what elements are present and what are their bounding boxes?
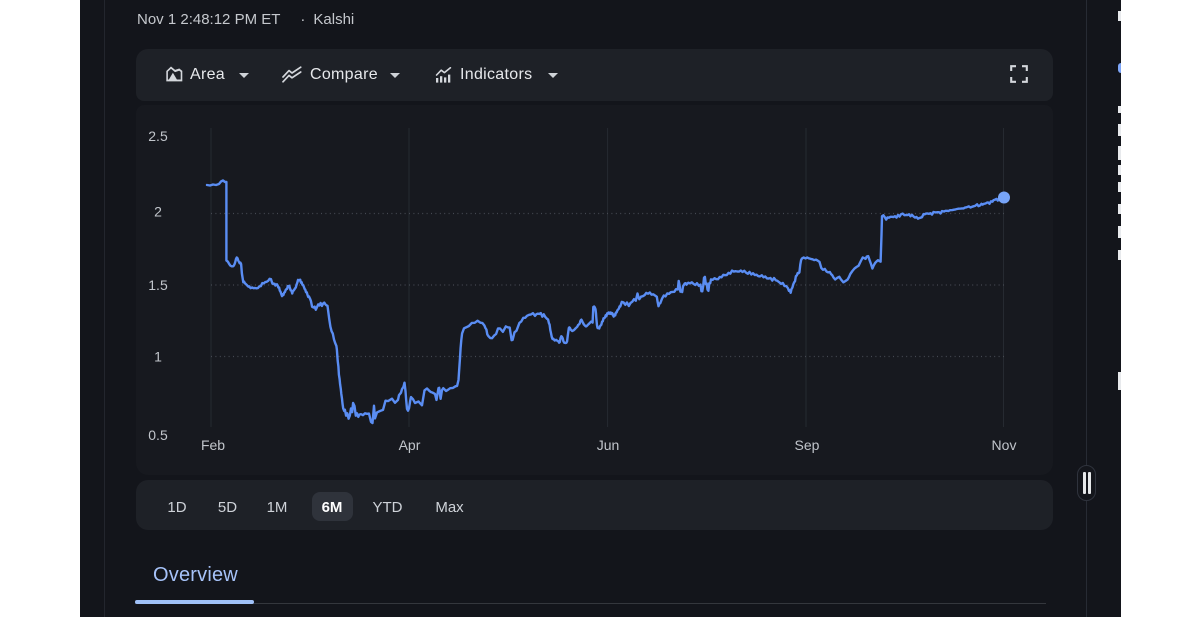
svg-text:Nov: Nov [992, 437, 1017, 453]
svg-text:0.5: 0.5 [148, 427, 168, 443]
svg-text:2.5: 2.5 [148, 128, 168, 144]
svg-text:1: 1 [154, 349, 162, 365]
svg-text:2: 2 [154, 204, 162, 220]
svg-text:1.5: 1.5 [148, 277, 168, 293]
svg-text:Jun: Jun [597, 437, 620, 453]
svg-text:Sep: Sep [795, 437, 820, 453]
svg-text:Feb: Feb [201, 437, 225, 453]
svg-text:Apr: Apr [399, 437, 421, 453]
